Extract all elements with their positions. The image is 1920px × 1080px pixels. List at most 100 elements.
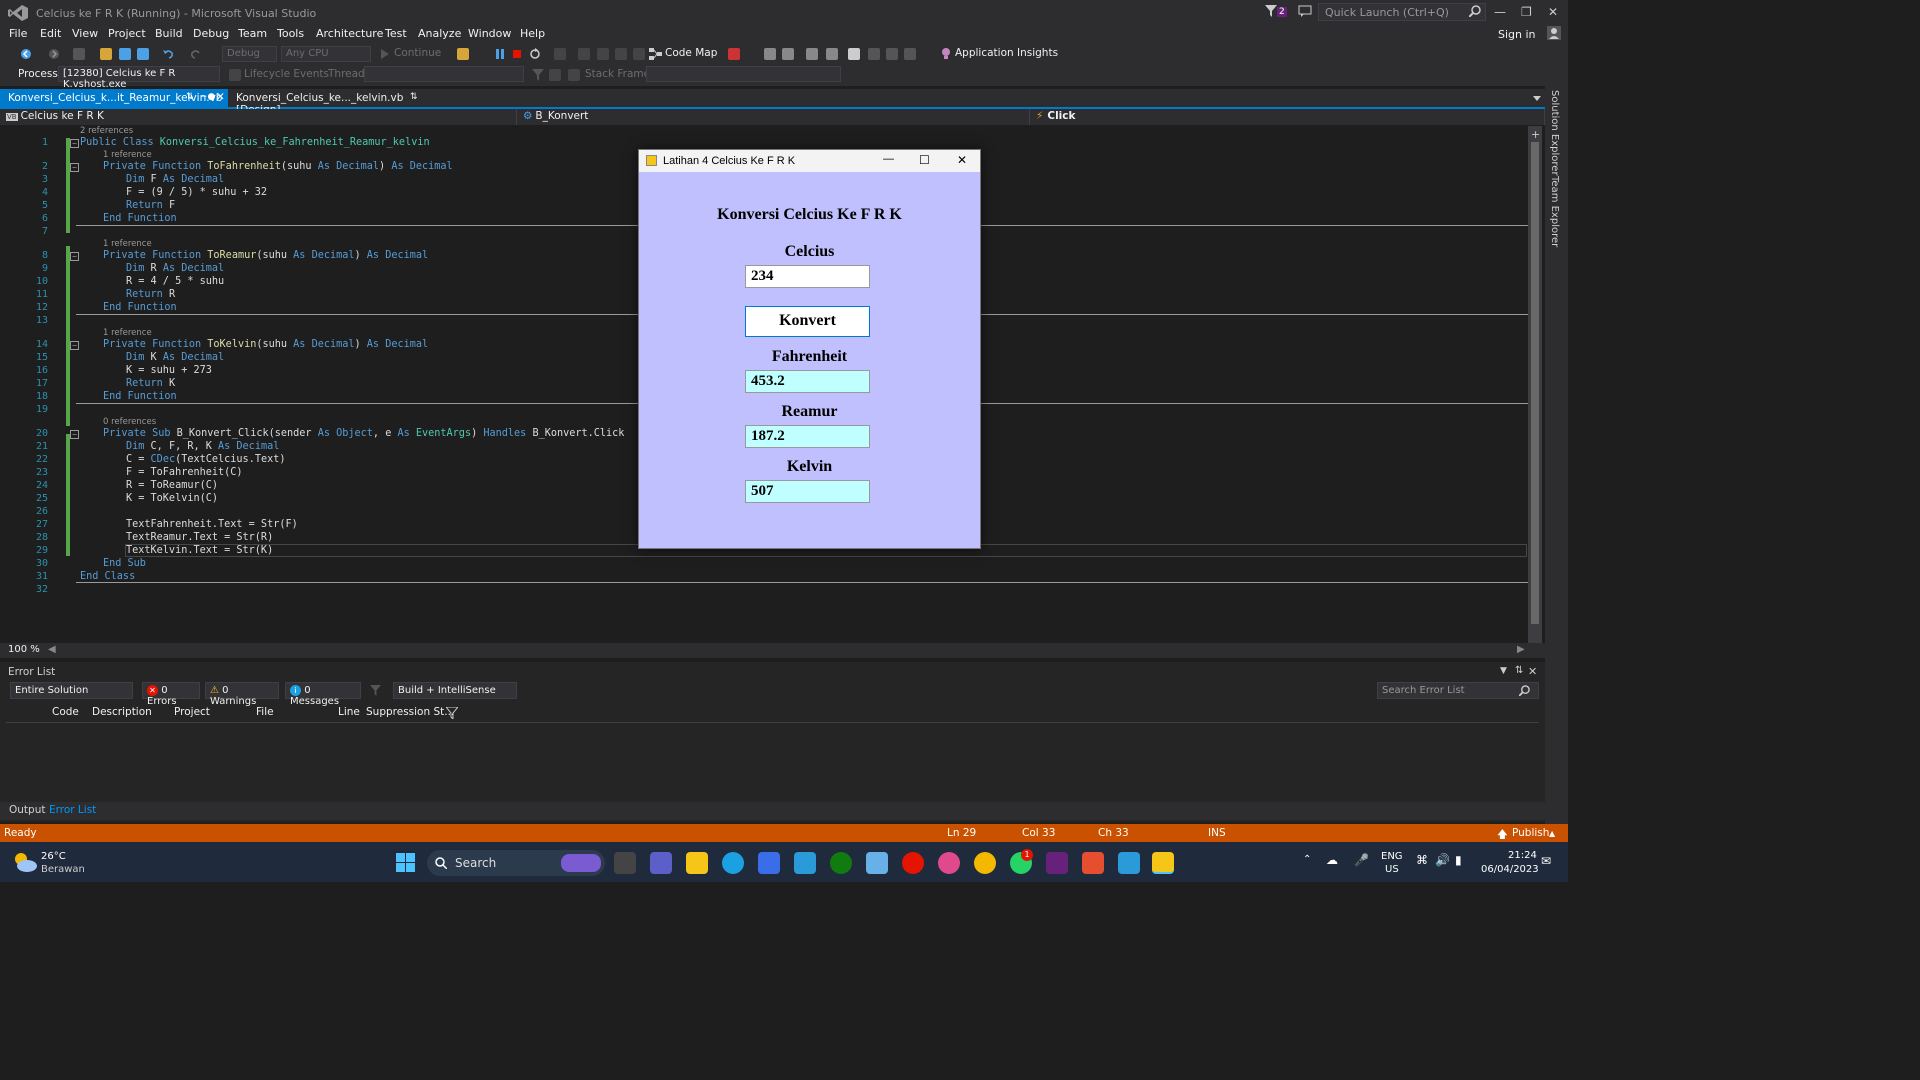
- column-description[interactable]: Description: [92, 706, 152, 718]
- wifi-icon[interactable]: ⌘: [1416, 853, 1428, 867]
- clock-date[interactable]: 06/04/2023: [1481, 864, 1539, 875]
- codelens-references[interactable]: 1 reference: [103, 150, 152, 160]
- tab-code-file[interactable]: Konversi_Celcius_k...it_Reamur_kelvin.vb…: [0, 89, 228, 107]
- scroll-left-icon[interactable]: ◀: [48, 644, 56, 655]
- project-dropdown[interactable]: VB Celcius ke F R K: [0, 109, 517, 125]
- pin-icon[interactable]: ⇅: [186, 92, 194, 102]
- tab-overflow-icon[interactable]: [1533, 96, 1541, 101]
- split-add-icon[interactable]: +: [1531, 128, 1540, 141]
- panel-pin-icon[interactable]: ⇅: [1515, 665, 1523, 676]
- collapse-icon[interactable]: −: [70, 430, 79, 439]
- fahrenheit-output[interactable]: 453.2: [745, 370, 870, 393]
- menu-file[interactable]: File: [9, 27, 27, 40]
- restore-icon[interactable]: ❐: [1521, 5, 1532, 19]
- redo-icon[interactable]: [190, 48, 202, 60]
- konvert-button[interactable]: Konvert: [745, 306, 870, 337]
- weather-cloud-icon[interactable]: [12, 851, 38, 873]
- step-out-icon[interactable]: [615, 48, 627, 60]
- collapse-icon[interactable]: −: [70, 163, 79, 172]
- edge-icon[interactable]: [722, 852, 744, 874]
- taskbar-search-box[interactable]: Search: [427, 850, 605, 876]
- form-minimize-icon[interactable]: —: [883, 153, 894, 165]
- open-file-icon[interactable]: [100, 48, 112, 60]
- save-all-icon[interactable]: [137, 48, 149, 60]
- filter-icon[interactable]: [1265, 5, 1277, 17]
- lifecycle-events-dropdown[interactable]: Lifecycle Events: [244, 68, 329, 80]
- panel-dropdown-icon[interactable]: ▼: [1500, 666, 1507, 676]
- tab-error-list[interactable]: Error List: [49, 804, 96, 816]
- notepad-icon[interactable]: [1118, 852, 1140, 874]
- diagnostic-tools-icon[interactable]: [728, 48, 740, 60]
- publish-up-icon[interactable]: ▲: [1549, 829, 1555, 838]
- form-close-icon[interactable]: ✕: [957, 153, 967, 167]
- warnings-filter-button[interactable]: ⚠ 0 Warnings: [205, 682, 279, 707]
- toolbar-icon-b[interactable]: [782, 48, 794, 60]
- save-icon[interactable]: [119, 48, 131, 60]
- clock-time[interactable]: 21:24: [1508, 850, 1537, 861]
- prev-bookmark-icon[interactable]: [868, 48, 880, 60]
- celcius-input[interactable]: 234: [745, 265, 870, 288]
- menu-architecture[interactable]: Architecture: [316, 27, 383, 40]
- quick-launch-input[interactable]: Quick Launch (Ctrl+Q): [1318, 3, 1486, 21]
- event-dropdown[interactable]: ⚡ Click: [1030, 109, 1545, 125]
- code-map-icon[interactable]: [649, 48, 662, 60]
- application-insights-button[interactable]: Application Insights: [955, 47, 1058, 59]
- step-back-icon[interactable]: [633, 48, 645, 60]
- column-suppression-state[interactable]: Suppression St...: [366, 706, 454, 718]
- feedback-icon[interactable]: [1298, 5, 1312, 17]
- back-icon[interactable]: [20, 48, 32, 60]
- kelvin-output[interactable]: 507: [745, 480, 870, 503]
- uncomment-icon[interactable]: [826, 48, 838, 60]
- app-icon[interactable]: [866, 852, 888, 874]
- next-bookmark-icon[interactable]: [886, 48, 898, 60]
- input-language[interactable]: ENG: [1381, 851, 1403, 862]
- menu-team[interactable]: Team: [238, 27, 267, 40]
- menu-project[interactable]: Project: [108, 27, 146, 40]
- forward-icon[interactable]: [48, 48, 60, 60]
- continue-button[interactable]: Continue: [394, 47, 441, 59]
- scrollbar-thumb[interactable]: [1531, 142, 1539, 624]
- weather-description[interactable]: Berawan: [41, 864, 85, 875]
- column-project[interactable]: Project: [174, 706, 210, 718]
- new-project-icon[interactable]: [73, 48, 85, 60]
- visual-studio-icon[interactable]: [1046, 852, 1068, 874]
- menu-test[interactable]: Test: [385, 27, 407, 40]
- notification-center-icon[interactable]: ✉: [1541, 854, 1551, 868]
- running-app-icon[interactable]: [1152, 852, 1174, 874]
- code-map-button[interactable]: Code Map: [665, 47, 717, 59]
- minimize-icon[interactable]: —: [1494, 5, 1506, 19]
- menu-analyze[interactable]: Analyze: [418, 27, 461, 40]
- search-icon[interactable]: [1519, 685, 1530, 696]
- task-view-icon[interactable]: [614, 852, 636, 874]
- form-maximize-icon[interactable]: ☐: [919, 153, 930, 167]
- menu-view[interactable]: View: [72, 27, 98, 40]
- codelens-references[interactable]: 1 reference: [103, 239, 152, 249]
- codelens-references[interactable]: 1 reference: [103, 328, 152, 338]
- menu-window[interactable]: Window: [468, 27, 511, 40]
- platform-dropdown[interactable]: Any CPU: [281, 46, 371, 62]
- clear-bookmarks-icon[interactable]: [904, 48, 916, 60]
- tab-pin-icon[interactable]: −●: [200, 92, 215, 102]
- weather-temperature[interactable]: 26°C: [41, 851, 66, 862]
- column-filter-icon[interactable]: [446, 707, 458, 719]
- thread-dropdown[interactable]: [364, 66, 524, 82]
- stack-frame-dropdown[interactable]: [646, 66, 841, 82]
- menu-help[interactable]: Help: [520, 27, 545, 40]
- flag-icon[interactable]: [549, 69, 561, 81]
- browser-link-icon[interactable]: [457, 48, 469, 60]
- wps-icon[interactable]: [1082, 852, 1104, 874]
- codelens-references[interactable]: 2 references: [80, 126, 133, 136]
- opera-icon[interactable]: [902, 852, 924, 874]
- input-region[interactable]: US: [1385, 864, 1399, 875]
- pause-icon[interactable]: [494, 48, 506, 60]
- scroll-right-icon[interactable]: ▶: [1517, 644, 1525, 655]
- tray-overflow-icon[interactable]: ⌃: [1303, 854, 1311, 865]
- build-intellisense-dropdown[interactable]: Build + IntelliSense: [393, 682, 517, 699]
- object-dropdown[interactable]: ⚙ B_Konvert: [517, 109, 1030, 125]
- column-line[interactable]: Line: [338, 706, 360, 718]
- menu-debug[interactable]: Debug: [193, 27, 229, 40]
- publish-button[interactable]: Publish: [1512, 827, 1549, 839]
- errors-filter-button[interactable]: ✕ 0 Errors: [142, 682, 200, 707]
- reamur-output[interactable]: 187.2: [745, 425, 870, 448]
- column-code[interactable]: Code: [52, 706, 79, 718]
